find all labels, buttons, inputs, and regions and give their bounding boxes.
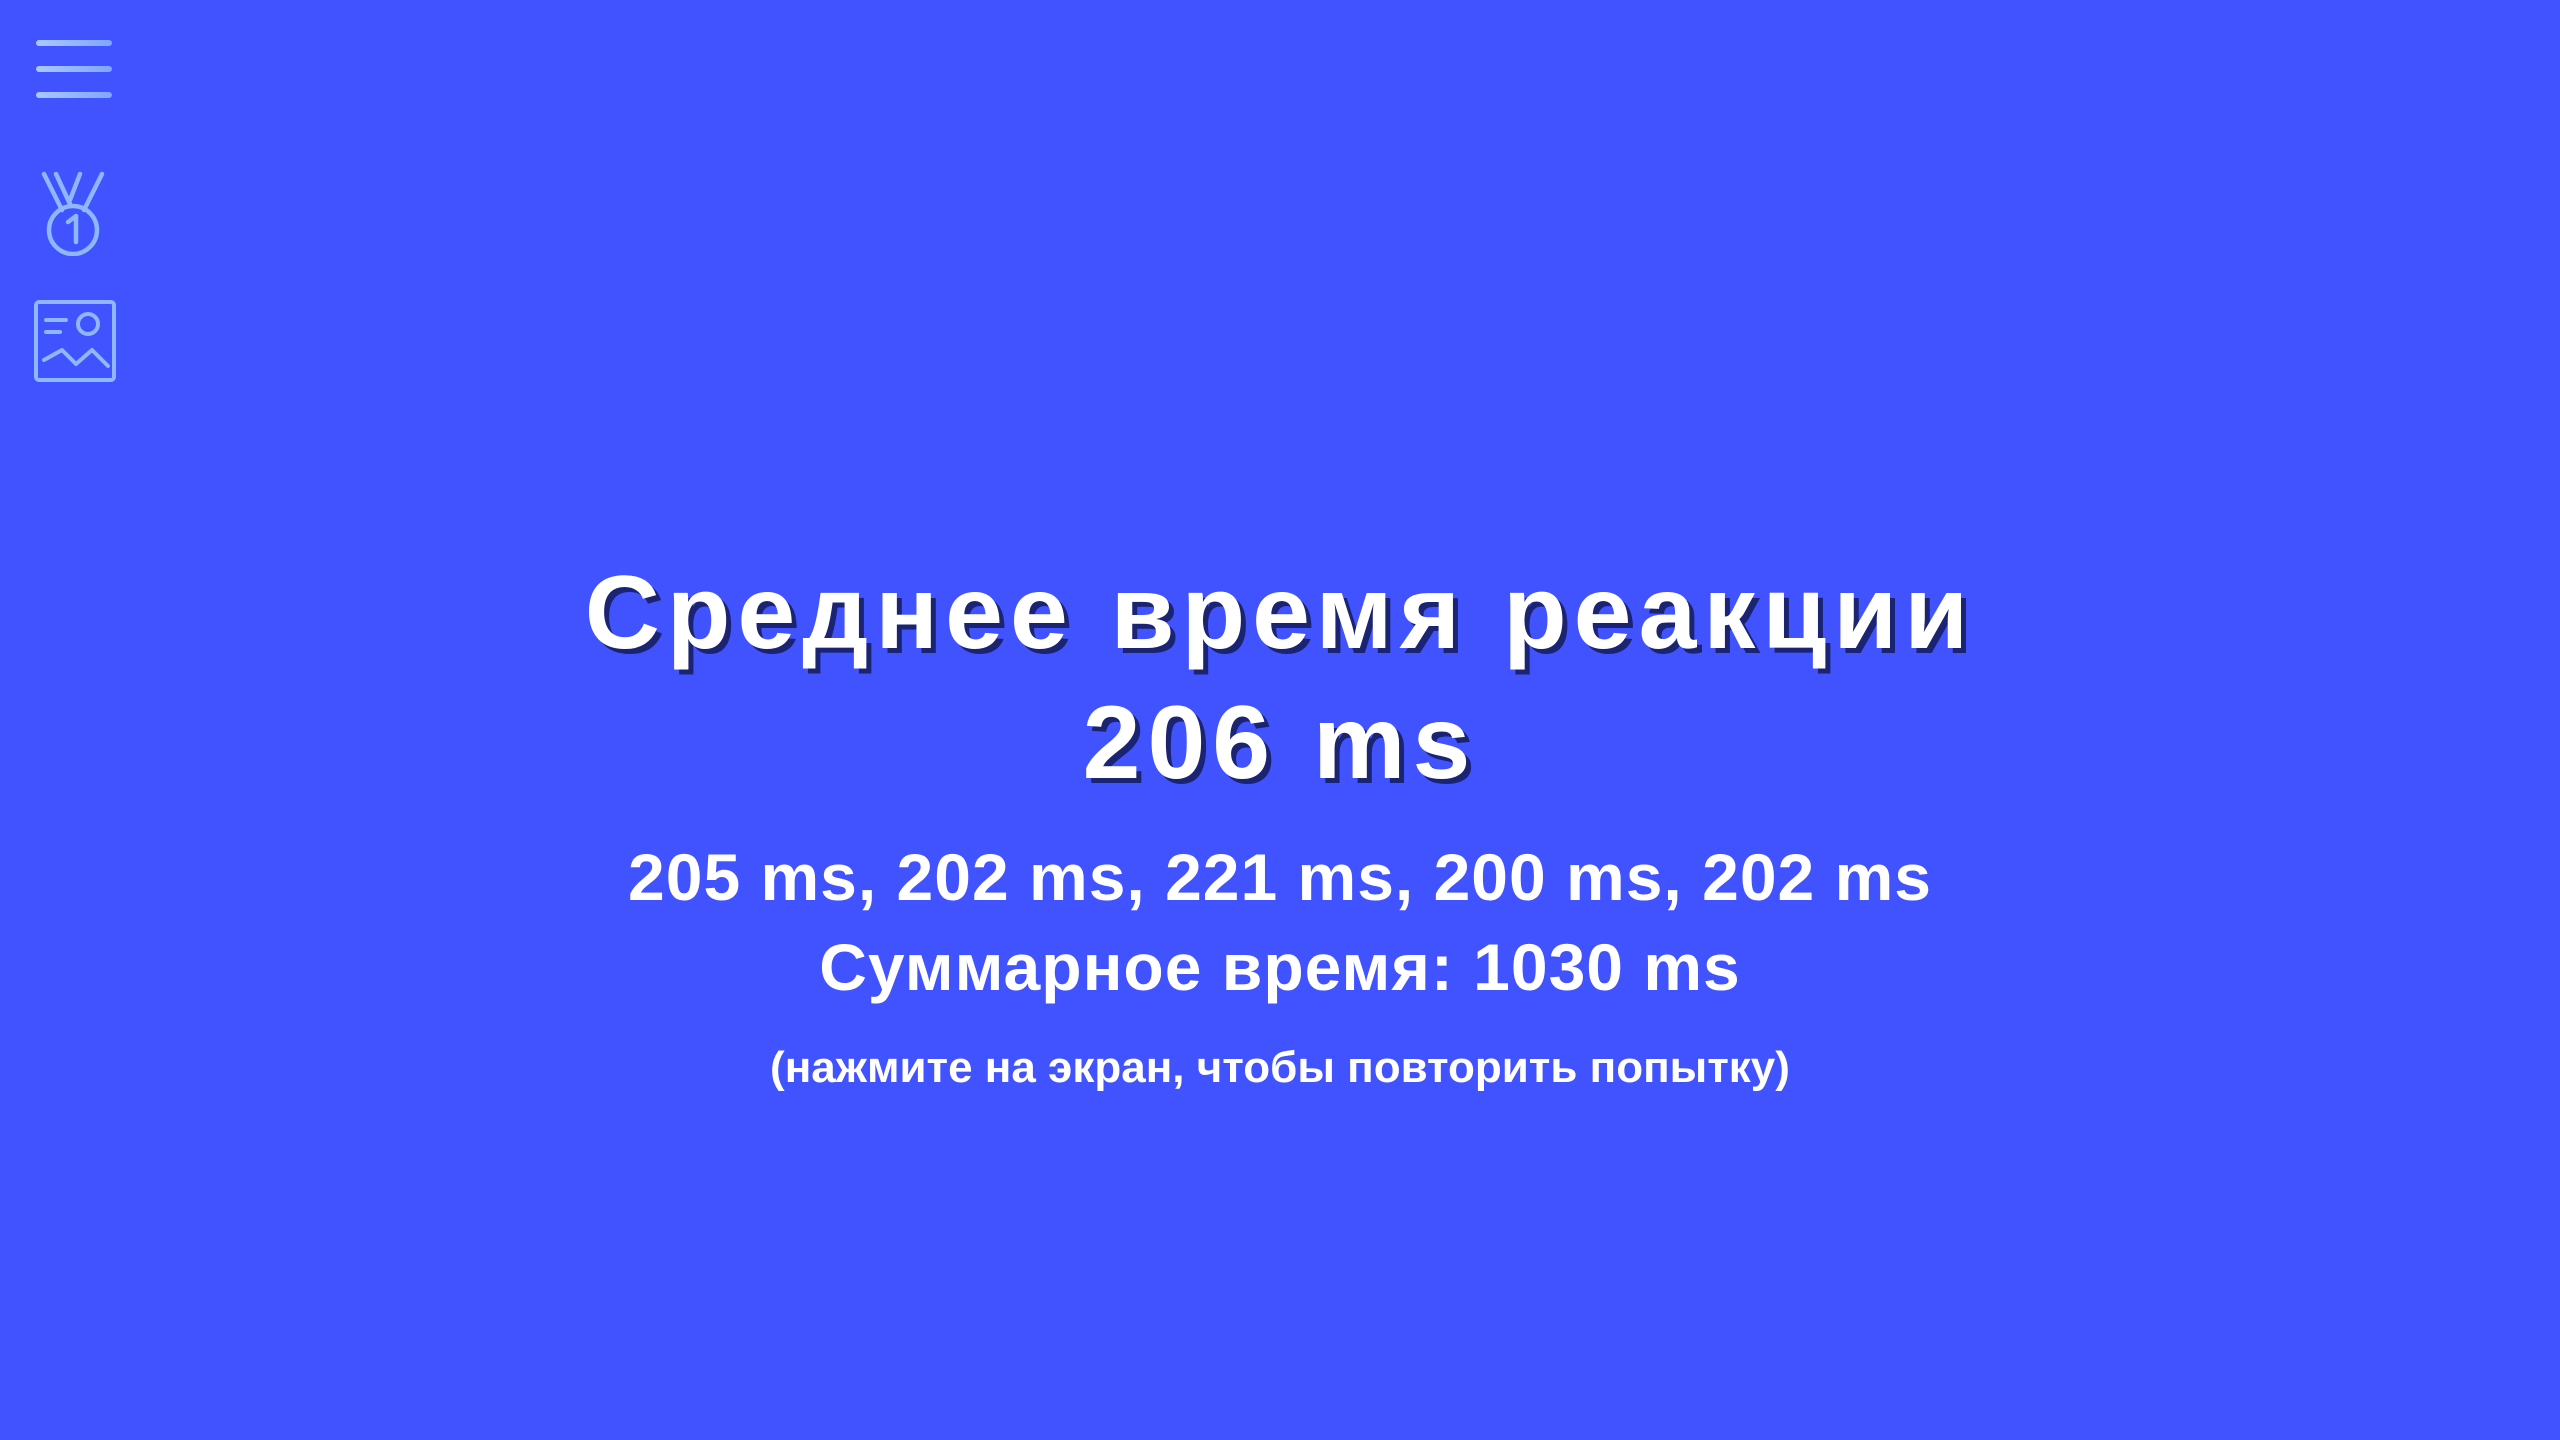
leaderboard-button[interactable] [32, 170, 118, 256]
result-title: Среднее время реакции [584, 555, 1976, 671]
gallery-icon [34, 300, 116, 382]
menu-icon [36, 40, 112, 98]
medal-icon [41, 171, 105, 256]
result-panel: Среднее время реакции 206 ms 205 ms, 202… [0, 548, 2560, 1098]
gallery-button[interactable] [32, 298, 118, 384]
average-time: 206 ms [1082, 685, 1478, 801]
retry-hint: (нажмите на экран, чтобы повторить попыт… [770, 1043, 1790, 1092]
sidebar [32, 32, 122, 426]
total-time: Суммарное время: 1030 ms [819, 930, 1741, 1004]
attempt-times: 205 ms, 202 ms, 221 ms, 200 ms, 202 ms [628, 840, 1932, 914]
menu-button[interactable] [32, 32, 118, 106]
result-screen[interactable]: Среднее время реакции 206 ms 205 ms, 202… [0, 0, 2560, 1440]
